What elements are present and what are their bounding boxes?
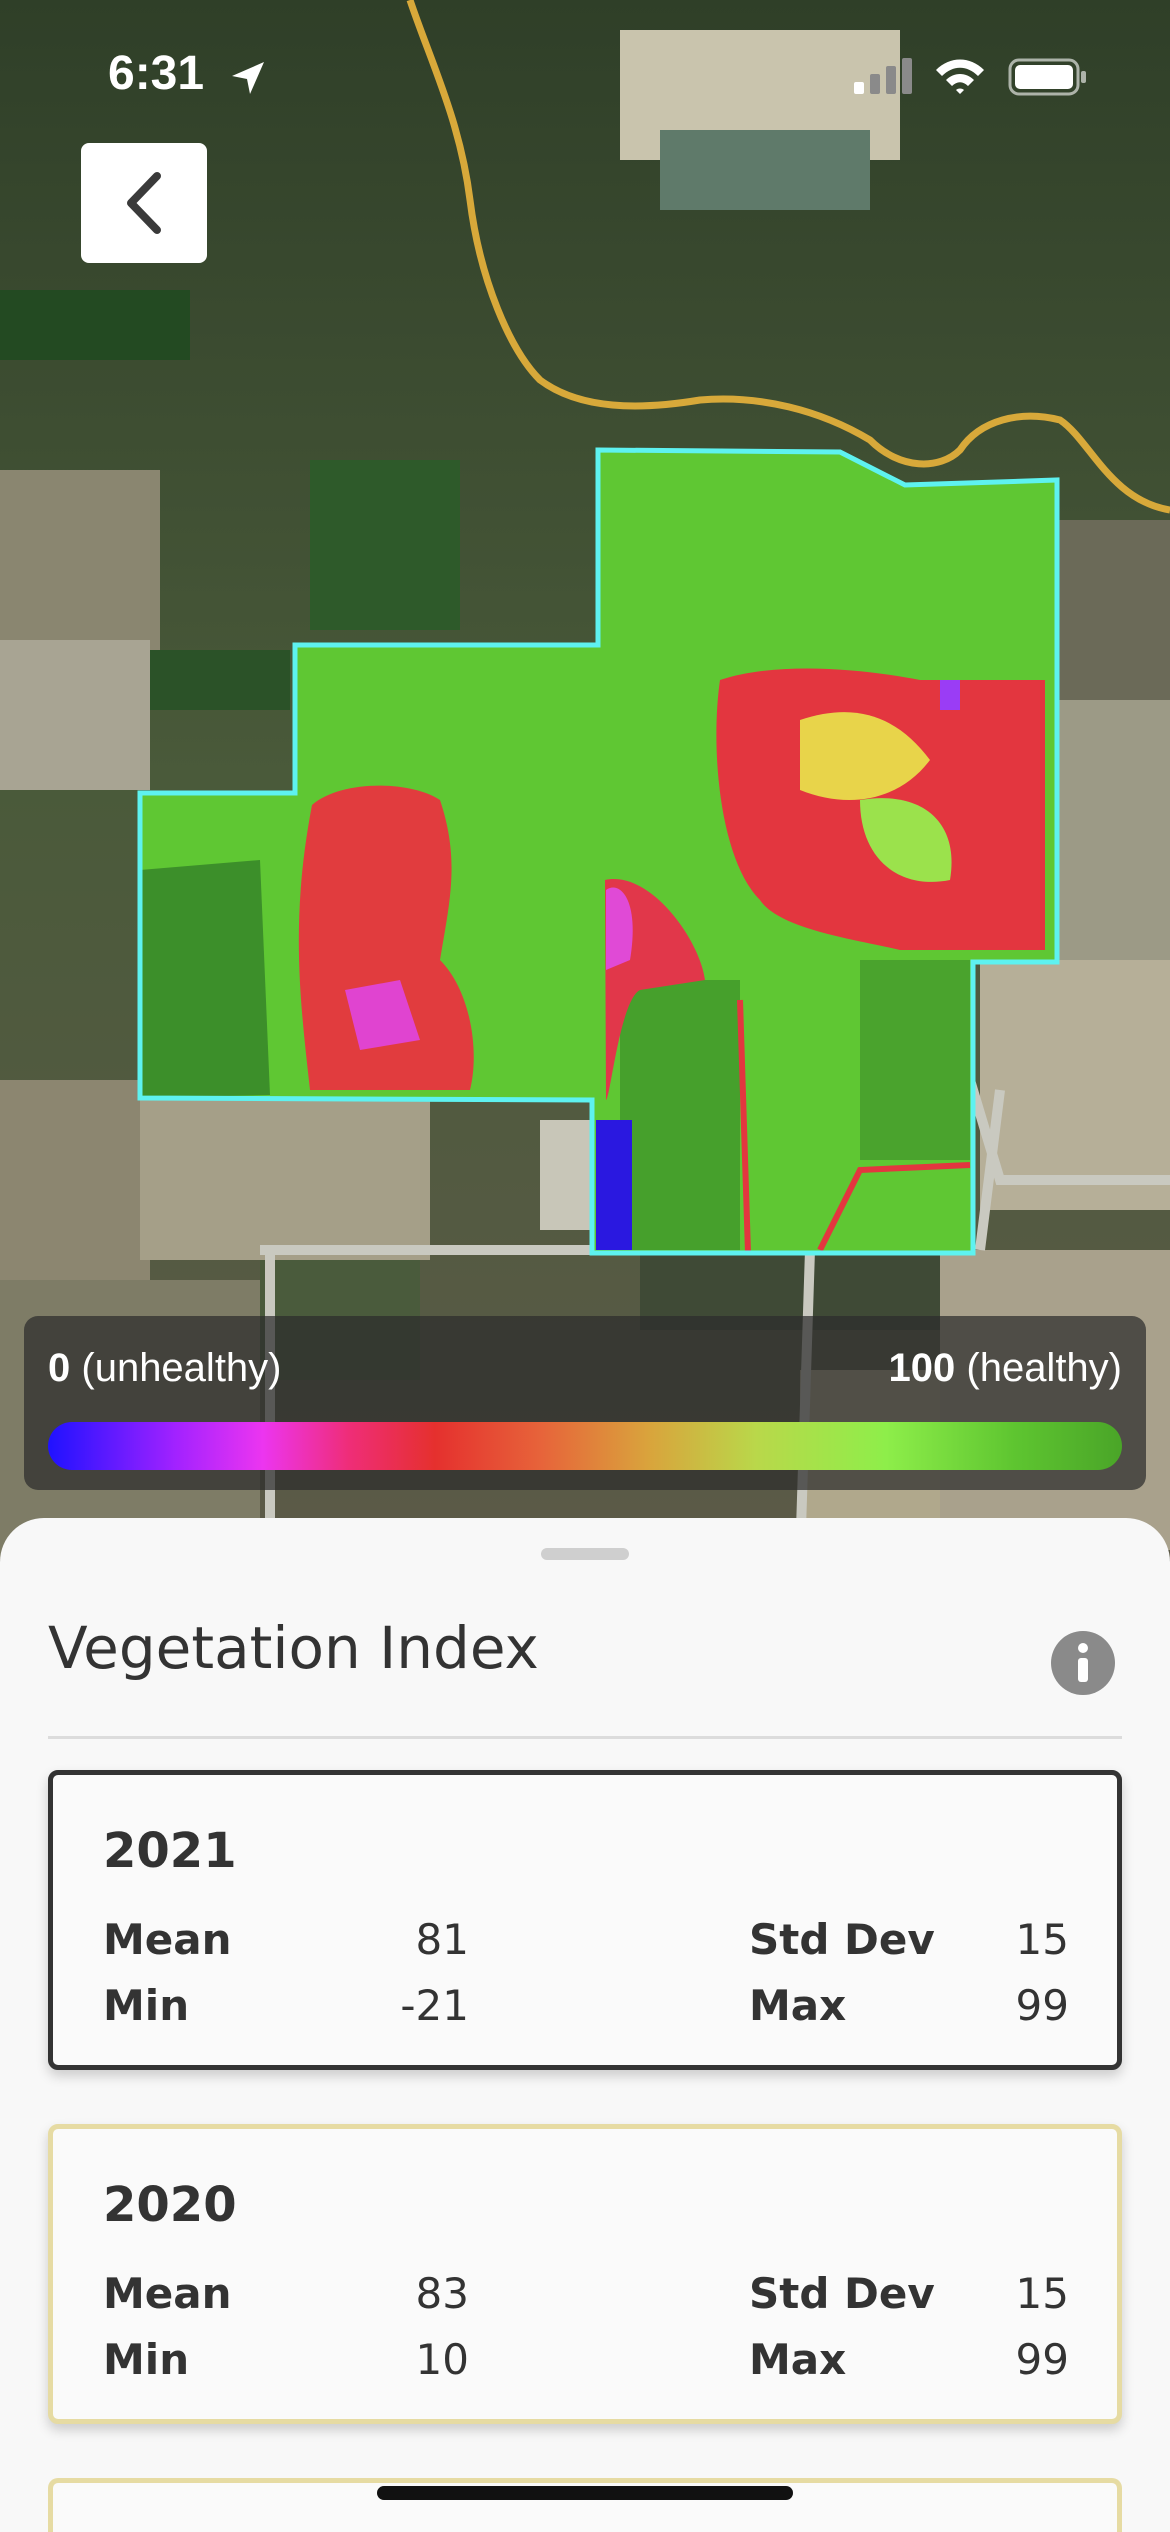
max-label: Max [749, 1981, 847, 2030]
status-time: 6:31 [108, 47, 205, 100]
min-label: Min [103, 2335, 190, 2384]
sheet-title: Vegetation Index [48, 1614, 539, 1682]
max-value: 99 [1015, 1981, 1069, 2030]
battery-icon [1008, 58, 1086, 96]
min-label: Min [103, 1981, 190, 2030]
home-indicator[interactable] [377, 2486, 793, 2500]
std-dev-label: Std Dev [749, 2269, 935, 2318]
mean-value: 81 [415, 1915, 469, 1964]
card-year: 2021 [103, 1823, 237, 1879]
legend-max: 100 (healthy) [889, 1346, 1123, 1391]
max-label: Max [749, 2335, 847, 2384]
location-arrow-icon [232, 62, 264, 94]
max-value: 99 [1015, 2335, 1069, 2384]
legend-color-scale [48, 1422, 1122, 1470]
signal-icon [854, 58, 912, 94]
card-year: 2020 [103, 2177, 237, 2233]
back-button[interactable] [81, 143, 207, 263]
std-dev-label: Std Dev [749, 1915, 935, 1964]
screen: 6:31 0 (unhealthy) 100 (healthy) Vegetat… [0, 0, 1170, 2532]
legend-min-label: (unhealthy) [81, 1346, 282, 1390]
legend-min-value: 0 [48, 1346, 71, 1390]
status-bar: 6:31 [0, 0, 1170, 150]
vegetation-legend: 0 (unhealthy) 100 (healthy) [24, 1316, 1146, 1490]
std-dev-value: 15 [1015, 2269, 1069, 2318]
min-value: 10 [415, 2335, 469, 2384]
mean-value: 83 [415, 2269, 469, 2318]
wifi-icon [936, 59, 984, 94]
year-card-2020[interactable]: 2020 Mean 83 Min 10 Std Dev 15 Max 99 [48, 2124, 1122, 2424]
mean-label: Mean [103, 1915, 232, 1964]
legend-max-value: 100 [888, 1346, 956, 1390]
sheet-grabber[interactable] [541, 1548, 629, 1560]
min-value: -21 [400, 1981, 469, 2030]
year-card-2021[interactable]: 2021 Mean 81 Min -21 Std Dev 15 Max 99 [48, 1770, 1122, 2070]
bottom-sheet[interactable]: Vegetation Index 2021 Mean 81 Min -21 St… [0, 1518, 1170, 2532]
info-icon[interactable] [1050, 1630, 1116, 1696]
legend-max-label: (healthy) [966, 1346, 1122, 1390]
divider [48, 1736, 1122, 1739]
mean-label: Mean [103, 2269, 232, 2318]
legend-min: 0 (unhealthy) [48, 1346, 282, 1391]
chevron-left-icon [127, 172, 161, 234]
std-dev-value: 15 [1015, 1915, 1069, 1964]
